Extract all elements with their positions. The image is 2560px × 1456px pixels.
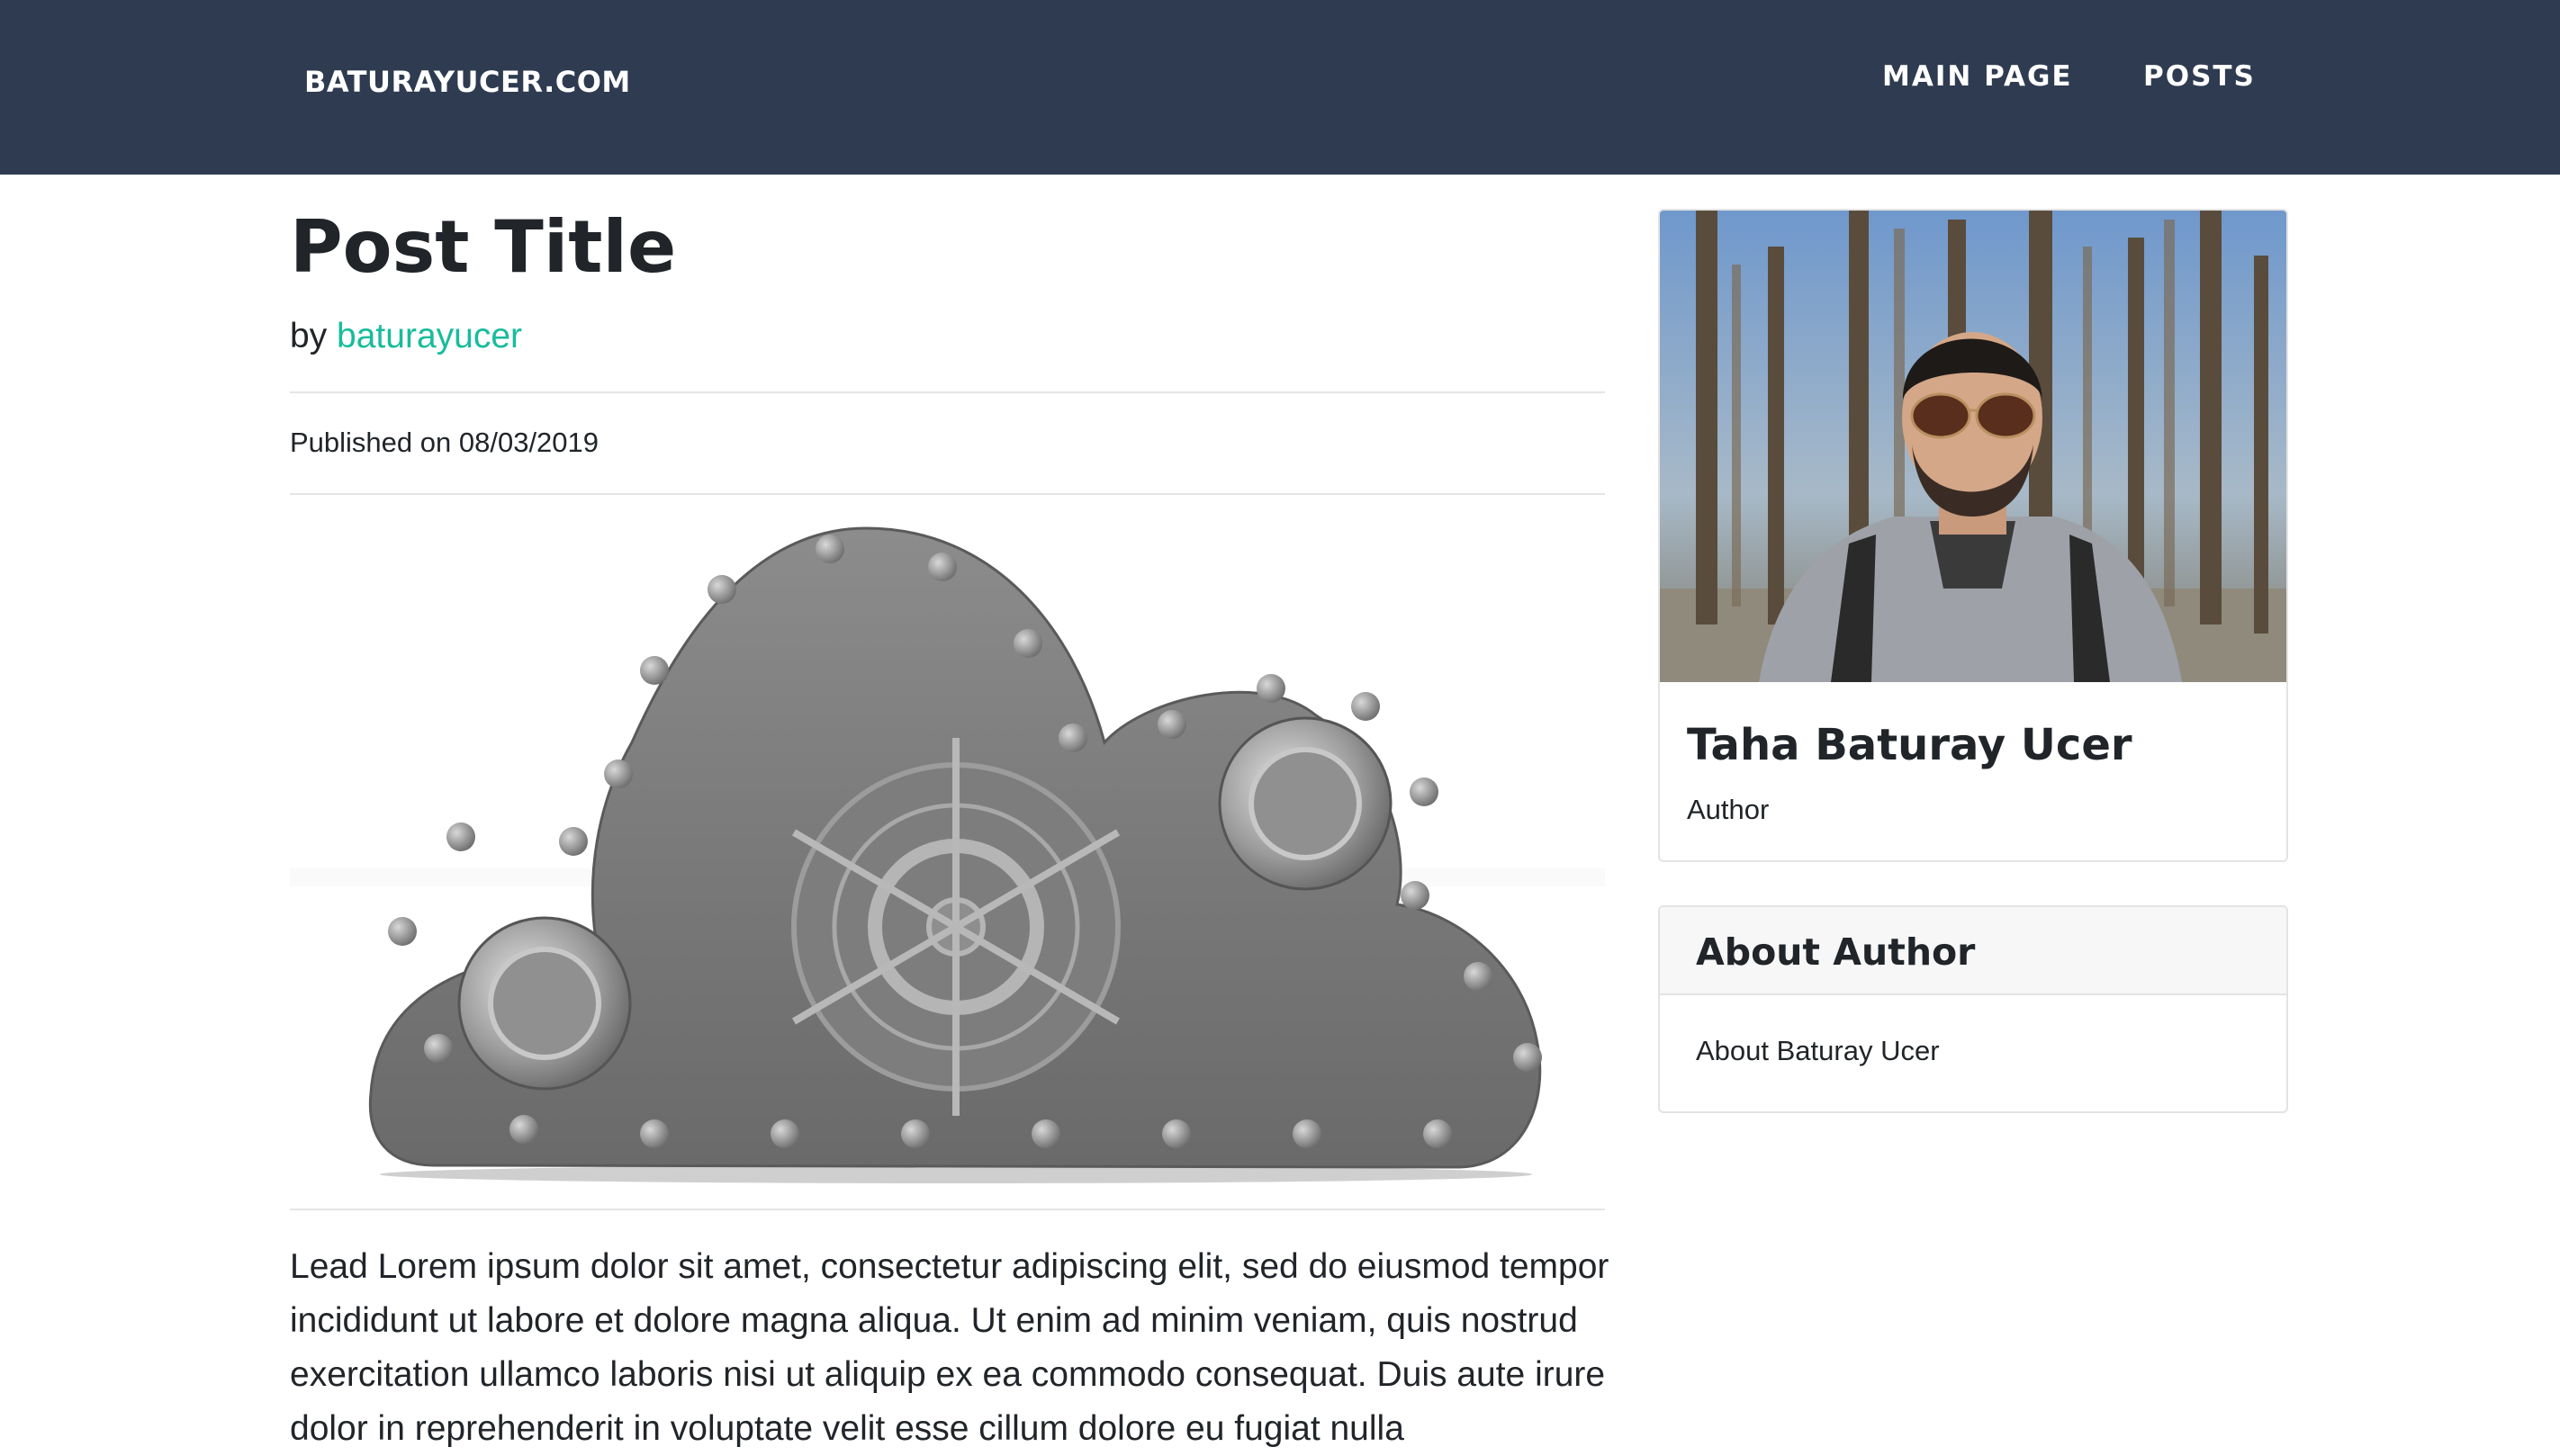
nav-main-page-link[interactable]: MAIN PAGE	[1882, 60, 2073, 93]
about-author-title: About Author	[1696, 930, 1976, 974]
author-photo	[1660, 211, 2286, 682]
post-lead-paragraph: Lead Lorem ipsum dolor sit amet, consect…	[290, 1247, 1609, 1448]
post-featured-image	[290, 517, 1605, 1183]
byline-prefix: by	[290, 317, 328, 355]
divider	[290, 493, 1605, 495]
published-date: Published on 08/03/2019	[290, 427, 599, 458]
author-link[interactable]: baturayucer	[337, 317, 522, 355]
author-card: Taha Baturay Ucer Author	[1658, 209, 2288, 862]
post-byline: by baturayucer	[290, 317, 522, 356]
author-name: Taha Baturay Ucer	[1687, 720, 2132, 770]
divider	[290, 1209, 1605, 1210]
nav-posts-link[interactable]: POSTS	[2143, 60, 2256, 93]
top-navbar: BATURAYUCER.COM MAIN PAGE POSTS	[0, 0, 2560, 175]
author-role: Author	[1687, 794, 1770, 825]
cloud-safe-icon	[290, 526, 1605, 1183]
about-author-card: About Author About Baturay Ucer	[1658, 905, 2288, 1113]
about-card-header: About Author	[1660, 907, 2286, 995]
post-title: Post Title	[290, 205, 677, 289]
author-photo-icon	[1660, 211, 2286, 682]
about-author-body: About Baturay Ucer	[1696, 1035, 1940, 1066]
divider	[290, 391, 1605, 393]
brand-link[interactable]: BATURAYUCER.COM	[304, 65, 631, 99]
